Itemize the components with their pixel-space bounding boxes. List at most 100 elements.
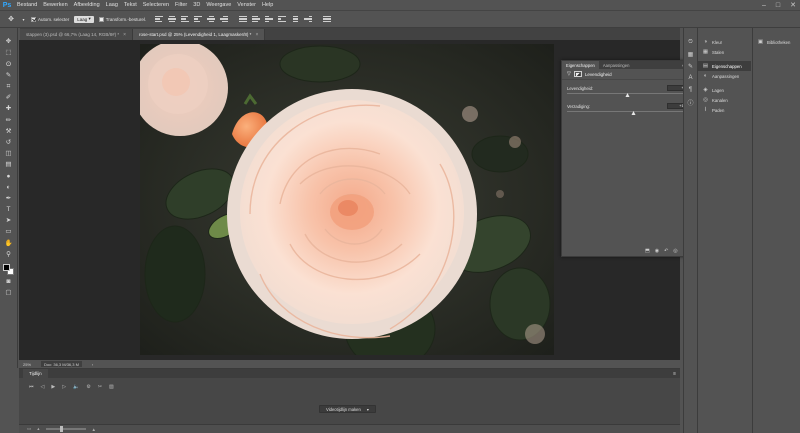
align-vcenter-icon[interactable] <box>168 15 177 23</box>
close-icon[interactable]: × <box>123 32 126 38</box>
distribute-top-icon[interactable] <box>239 15 248 23</box>
lasso-tool-icon[interactable]: ʘ <box>4 60 14 69</box>
tab-tijdlijn[interactable]: Tijdlijn <box>23 369 48 378</box>
distribute-bottom-icon[interactable] <box>265 15 274 23</box>
vibrance-slider-thumb[interactable] <box>625 93 630 97</box>
clip-icon[interactable]: ⬒ <box>645 248 650 254</box>
menu-filter[interactable]: Filter <box>175 2 187 8</box>
character-icon[interactable]: A <box>686 74 695 82</box>
settings-icon[interactable]: ⚙ <box>86 384 90 390</box>
clone-stamp-tool-icon[interactable]: ⚒ <box>4 128 14 137</box>
quick-mask-icon[interactable]: ◙ <box>4 278 14 287</box>
brush-icon[interactable]: ✎ <box>686 62 695 70</box>
healing-tool-icon[interactable]: ✚ <box>4 105 14 114</box>
transition-icon[interactable]: ▨ <box>109 384 114 390</box>
panel-aanpassingen[interactable]: ◐ Aanpassingen <box>698 71 751 81</box>
blur-tool-icon[interactable]: ● <box>4 172 14 181</box>
close-icon[interactable]: ✕ <box>790 1 796 9</box>
menu-weergave[interactable]: Weergave <box>206 2 231 8</box>
first-frame-icon[interactable]: ⏮ <box>29 384 34 390</box>
menu-afbeelding[interactable]: Afbeelding <box>74 2 100 8</box>
audio-icon[interactable]: 🔈 <box>73 384 79 390</box>
eraser-tool-icon[interactable]: ◫ <box>4 150 14 159</box>
paragraph-icon[interactable]: ¶ <box>686 86 695 94</box>
visibility-icon[interactable]: ◎ <box>673 248 677 254</box>
timeline-zoom-slider[interactable] <box>45 426 86 432</box>
menu-laag[interactable]: Laag <box>106 2 118 8</box>
checkbox-unchecked-icon[interactable] <box>98 16 104 22</box>
play-icon[interactable]: ▶ <box>51 384 55 390</box>
color-swatches[interactable] <box>2 263 15 276</box>
zoom-level[interactable]: 25% <box>23 362 31 367</box>
status-arrow-icon[interactable]: › <box>92 362 93 367</box>
maximize-icon[interactable]: □ <box>776 2 780 9</box>
zoom-out-icon[interactable]: ▴ <box>37 426 39 432</box>
transform-controls-checkbox[interactable]: Transform.-besturel. <box>98 16 146 22</box>
auto-select-dropdown[interactable]: Laag ▾ <box>74 15 94 23</box>
brush-tool-icon[interactable]: ✏ <box>4 116 14 125</box>
menu-3d[interactable]: 3D <box>193 2 200 8</box>
align-hcenter-icon[interactable] <box>207 15 216 23</box>
checkbox-checked-icon[interactable] <box>31 16 36 22</box>
move-tool-preset-icon[interactable]: ✥ <box>6 14 16 24</box>
panel-bibliotheken[interactable]: ▣ Bibliotheken <box>753 37 800 47</box>
tab-aanpassingen[interactable]: Aanpassingen <box>599 61 634 69</box>
view-previous-icon[interactable]: ◉ <box>655 248 659 254</box>
marquee-tool-icon[interactable]: ⬚ <box>4 49 14 58</box>
path-select-tool-icon[interactable]: ➤ <box>4 217 14 226</box>
crop-tool-icon[interactable]: ⌗ <box>4 83 14 92</box>
menu-bewerken[interactable]: Bewerken <box>43 2 67 8</box>
panel-stalen[interactable]: ▦ Stalen <box>698 47 751 57</box>
chevron-down-icon[interactable]: ▾ <box>367 407 369 412</box>
saturation-slider-track[interactable] <box>567 111 689 112</box>
screen-mode-icon[interactable]: ▢ <box>4 289 14 298</box>
menu-help[interactable]: Help <box>262 2 273 8</box>
align-top-icon[interactable] <box>155 15 164 23</box>
tab-stappen[interactable]: stappen (3).psd @ 66,7% (Laag 14, RGB/8#… <box>20 29 134 40</box>
distribute-hcenter-icon[interactable] <box>291 15 299 23</box>
tab-rose-start[interactable]: rose-start.psd @ 25% (Levendigheid 1, La… <box>133 29 266 40</box>
close-icon[interactable]: × <box>255 32 258 38</box>
quick-select-tool-icon[interactable]: ✎ <box>4 72 14 81</box>
dodge-tool-icon[interactable]: ◐ <box>4 183 14 192</box>
move-tool-icon[interactable]: ✥ <box>4 38 14 47</box>
menu-bestand[interactable]: Bestand <box>17 2 37 8</box>
history-icon[interactable]: ⏲ <box>686 38 695 46</box>
align-right-icon[interactable] <box>220 15 229 23</box>
auto-select-checkbox[interactable]: Autom. selecter <box>31 16 69 22</box>
split-icon[interactable]: ✂ <box>98 384 102 390</box>
reset-icon[interactable]: ↶ <box>664 248 668 254</box>
history-brush-tool-icon[interactable]: ↺ <box>4 139 14 148</box>
document-canvas[interactable] <box>140 44 554 355</box>
distribute-vcenter-icon[interactable] <box>252 15 261 23</box>
panel-kanalen[interactable]: ◎ Kanalen <box>698 95 751 105</box>
info-icon[interactable]: ⓘ <box>686 98 695 107</box>
eyedropper-tool-icon[interactable]: ✐ <box>4 94 14 103</box>
panel-lagen[interactable]: ◈ Lagen <box>698 85 751 95</box>
distribute-left-icon[interactable] <box>278 15 287 23</box>
align-bottom-icon[interactable] <box>181 15 190 23</box>
distribute-right-icon[interactable] <box>304 15 313 23</box>
film-icon[interactable]: ▭ <box>27 426 31 432</box>
foreground-color[interactable] <box>2 263 10 271</box>
zoom-in-icon[interactable]: ▲ <box>92 427 96 432</box>
previous-frame-icon[interactable]: ◁ <box>41 384 45 390</box>
pen-tool-icon[interactable]: ✒ <box>4 195 14 204</box>
next-frame-icon[interactable]: ▷ <box>62 384 66 390</box>
gradient-tool-icon[interactable]: ▤ <box>4 161 14 170</box>
hand-tool-icon[interactable]: ✋ <box>4 239 14 248</box>
auto-align-icon[interactable] <box>323 15 332 23</box>
menu-tekst[interactable]: Tekst <box>124 2 137 8</box>
tab-eigenschappen[interactable]: Eigenschappen <box>562 61 599 69</box>
chevron-down-icon[interactable]: ▾ <box>21 14 26 24</box>
make-video-timeline-button[interactable]: Videotijdlijn maken ▾ <box>319 405 376 413</box>
panel-eigenschappen[interactable]: ▤ Eigenschappen <box>698 61 751 71</box>
rectangle-tool-icon[interactable]: ▭ <box>4 228 14 237</box>
align-left-icon[interactable] <box>194 15 203 23</box>
saturation-slider-thumb[interactable] <box>631 111 636 115</box>
swatches-icon[interactable]: ▦ <box>686 50 695 58</box>
zoom-tool-icon[interactable]: ⚲ <box>4 251 14 260</box>
layer-mask-icon[interactable] <box>573 71 582 77</box>
minimize-icon[interactable]: – <box>762 2 766 9</box>
panel-paden[interactable]: ⌇ Paden <box>698 105 751 115</box>
